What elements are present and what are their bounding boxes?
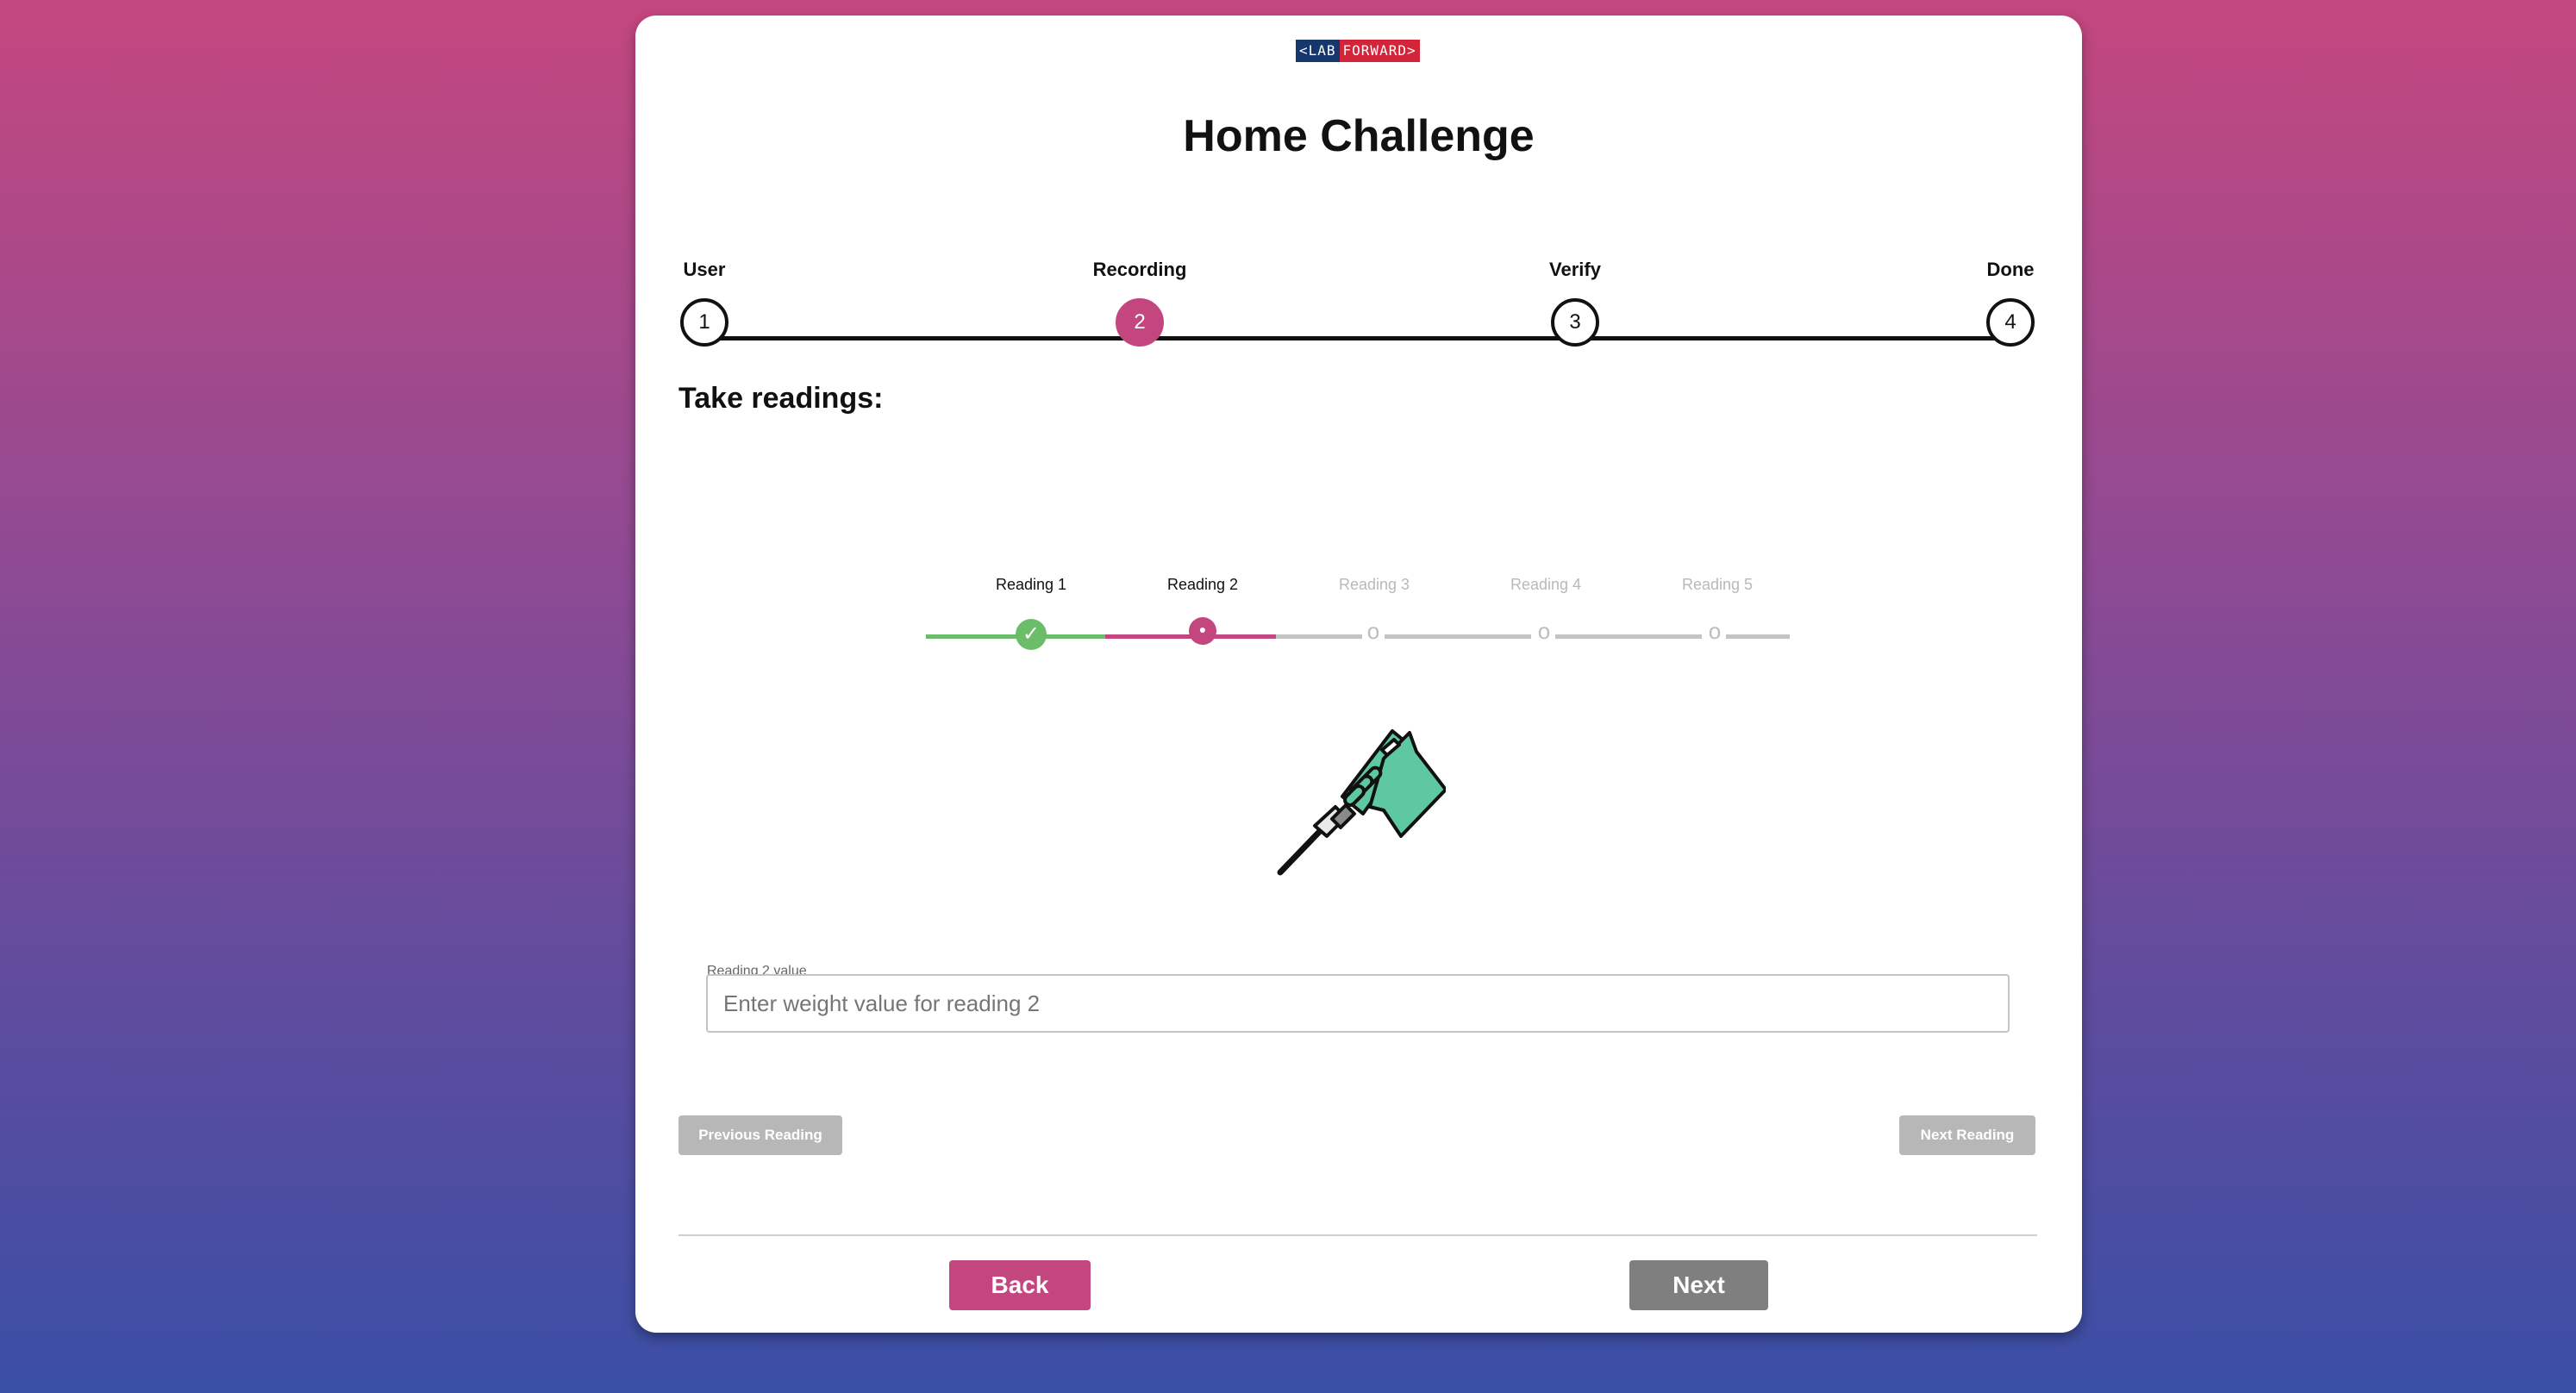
step-number-badge: 2 [1116, 298, 1164, 347]
logo-part-lab: <LAB [1296, 40, 1340, 62]
reading-track-pending [1555, 634, 1702, 639]
check-icon: ✓ [1016, 619, 1047, 650]
logo-part-forward: FORWARD> [1339, 40, 1420, 62]
step-label: Done [1986, 259, 2035, 280]
reading-label: Reading 3 [1338, 576, 1410, 593]
step-user: User 1 [635, 257, 773, 347]
readings-stepper: Reading 1 Reading 2 Reading 3 Reading 4 … [926, 559, 1790, 653]
pipette-illustration [1277, 729, 1446, 876]
step-done: Done 4 [1941, 257, 2079, 347]
reading-value-input[interactable] [706, 974, 2010, 1033]
circle-icon: o [1708, 618, 1722, 644]
circle-icon: o [1366, 618, 1380, 644]
footer-divider [678, 1234, 2037, 1236]
reading-label: Reading 1 [995, 576, 1067, 593]
circle-icon: o [1537, 618, 1551, 644]
reading-track-pending [1726, 634, 1790, 639]
step-verify: Verify 3 [1506, 257, 1644, 347]
section-title: Take readings: [678, 382, 884, 415]
reading-label: Reading 5 [1681, 576, 1754, 593]
step-label: Recording [1092, 259, 1187, 280]
step-label: Verify [1549, 259, 1601, 280]
previous-reading-button[interactable]: Previous Reading [678, 1115, 842, 1155]
reading-label: Reading 2 [1166, 576, 1239, 593]
page-title: Home Challenge [1183, 111, 1535, 161]
stepper-line [704, 336, 2011, 340]
back-button[interactable]: Back [949, 1260, 1091, 1310]
reading-track-pending [1385, 634, 1531, 639]
dot-icon: ● [1189, 617, 1216, 645]
reading-track-pending [1276, 634, 1362, 639]
progress-stepper: User 1 Recording 2 Verify 3 Done 4 [678, 257, 2037, 360]
step-label: User [683, 259, 726, 280]
next-button[interactable]: Next [1629, 1260, 1768, 1310]
step-number-badge: 1 [680, 298, 728, 347]
step-recording: Recording 2 [1071, 257, 1209, 347]
step-number-badge: 3 [1551, 298, 1599, 347]
next-reading-button[interactable]: Next Reading [1899, 1115, 2035, 1155]
challenge-card: <LAB FORWARD> Home Challenge User 1 Reco… [635, 16, 2082, 1333]
reading-label: Reading 4 [1510, 576, 1582, 593]
lab-forward-logo: <LAB FORWARD> [1296, 40, 1420, 62]
step-number-badge: 4 [1986, 298, 2035, 347]
